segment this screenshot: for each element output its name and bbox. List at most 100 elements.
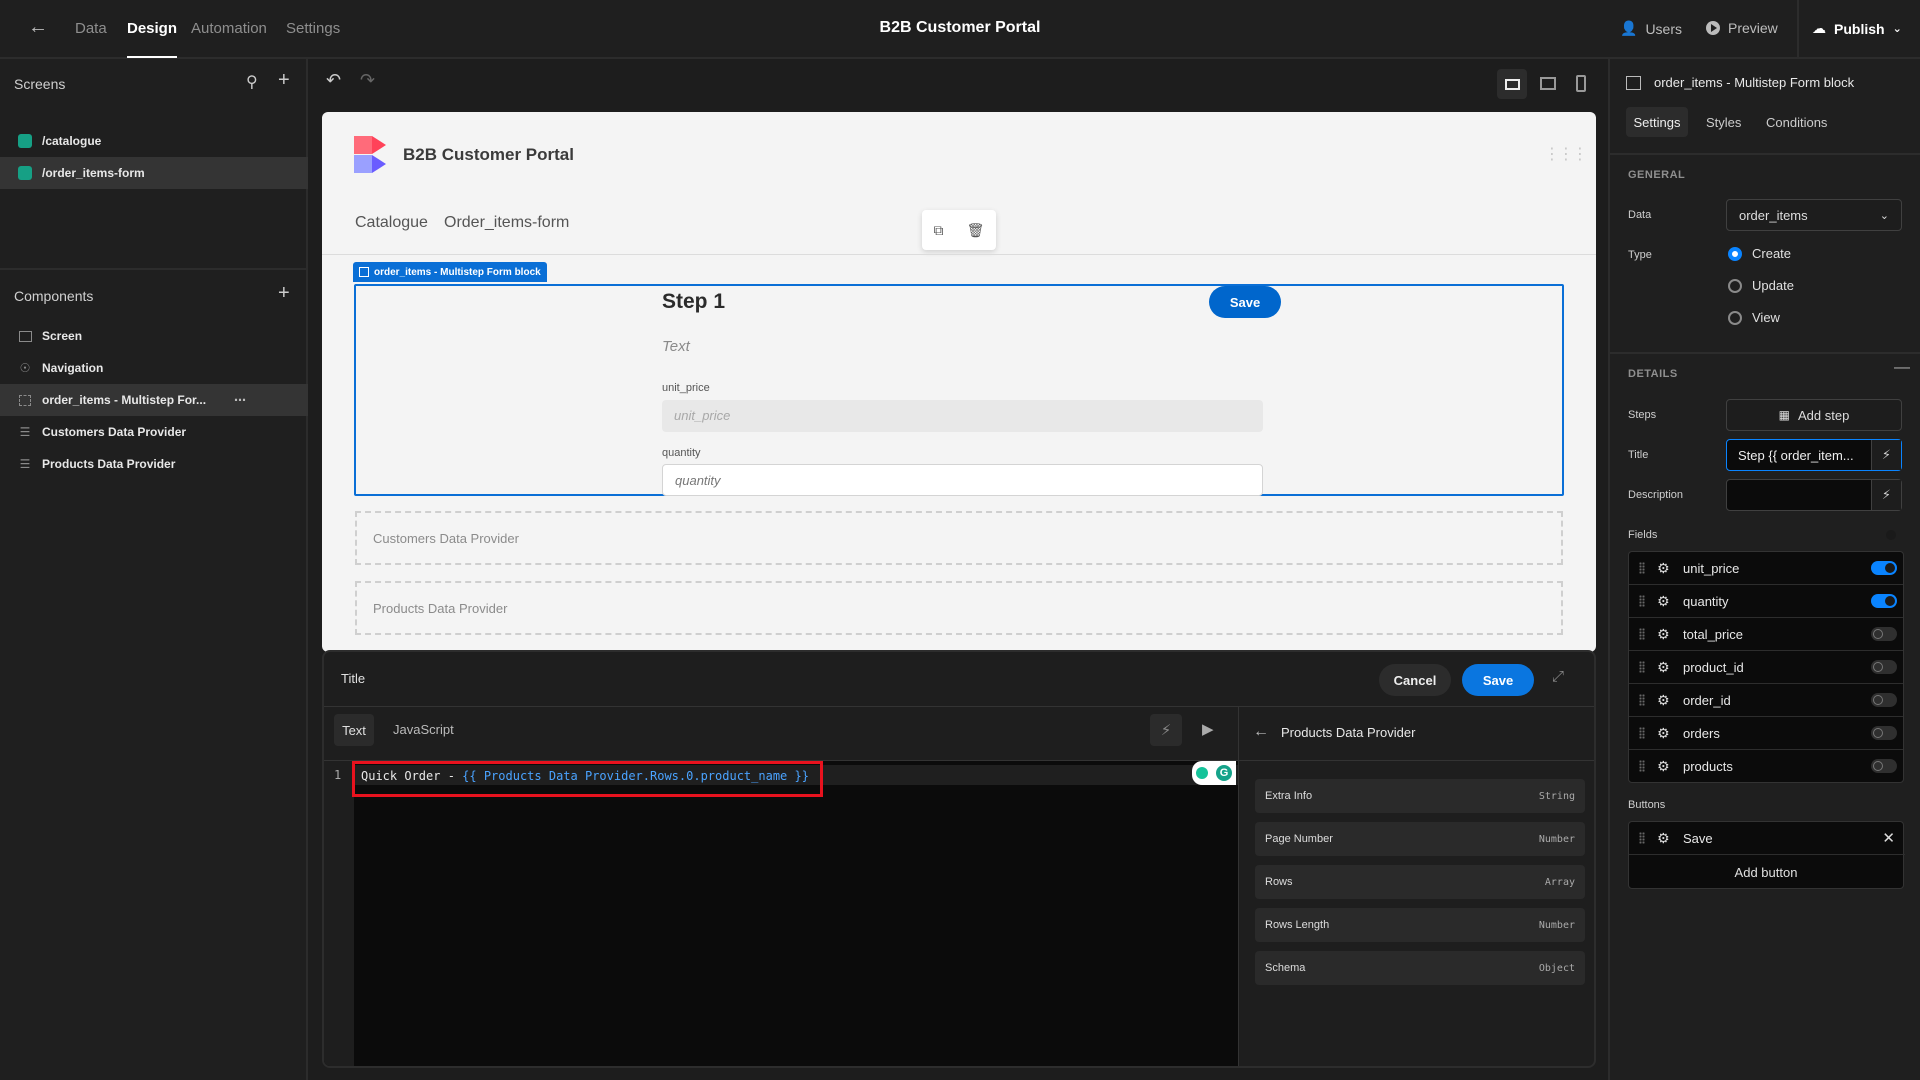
field-toggle[interactable] (1871, 759, 1897, 773)
more-options-icon[interactable]: ⋯ (234, 393, 246, 407)
screen-item-catalogue[interactable]: /catalogue (0, 125, 308, 157)
play-icon[interactable]: ▶ (1202, 720, 1214, 738)
close-icon[interactable]: ✕ (1882, 829, 1895, 847)
undo-icon[interactable]: ↶ (326, 70, 341, 91)
expand-icon[interactable]: ⤢ (1552, 668, 1564, 685)
type-radio-update[interactable]: Update (1728, 278, 1794, 293)
drag-handle-icon[interactable] (1639, 727, 1645, 739)
field-row-order-id[interactable]: ⚙ order_id (1629, 684, 1903, 717)
field-toggle[interactable] (1871, 693, 1897, 707)
drag-handle-icon[interactable] (1639, 694, 1645, 706)
type-radio-view[interactable]: View (1728, 310, 1780, 325)
gear-icon[interactable]: ⚙ (1657, 626, 1673, 643)
component-item-navigation[interactable]: ☉ Navigation (0, 352, 308, 384)
form-save-button[interactable]: Save (1209, 286, 1281, 318)
field-toggle[interactable] (1871, 594, 1897, 608)
add-component-icon[interactable]: + (278, 282, 290, 305)
drag-handle-icon[interactable] (1639, 595, 1645, 607)
tab-styles[interactable]: Styles (1706, 115, 1741, 130)
quantity-input[interactable]: quantity (662, 464, 1263, 496)
nav-link-catalogue[interactable]: Catalogue (355, 214, 428, 232)
property-name: Rows Length (1265, 919, 1330, 931)
fields-label: Fields (1628, 529, 1658, 541)
code-editor[interactable]: 1 Quick Order - {{ Products Data Provide… (324, 761, 1238, 1066)
gear-icon[interactable]: ⚙ (1657, 758, 1673, 775)
drag-handle-icon[interactable] (1639, 760, 1645, 772)
binding-save-button[interactable]: Save (1462, 664, 1534, 696)
products-data-provider-placeholder[interactable]: Products Data Provider (355, 581, 1563, 635)
trash-icon[interactable]: 🗑 (967, 222, 985, 239)
type-radio-create[interactable]: Create (1728, 246, 1791, 261)
desktop-view-button[interactable] (1497, 69, 1527, 99)
add-step-button[interactable]: ▦ Add step (1726, 399, 1902, 431)
grammarly-widget[interactable]: G (1192, 761, 1236, 785)
collapse-icon[interactable]: — (1894, 359, 1910, 377)
component-label: Screen (42, 329, 83, 343)
field-toggle[interactable] (1871, 561, 1897, 575)
field-row-unit-price[interactable]: ⚙ unit_price (1629, 552, 1903, 585)
component-item-form-block[interactable]: order_items - Multistep For... ⋯ (0, 384, 308, 416)
component-item-products-provider[interactable]: ☰ Products Data Provider (0, 448, 308, 480)
field-row-products[interactable]: ⚙ products (1629, 750, 1903, 782)
grid-menu-icon[interactable]: ⋮⋮⋮ (1544, 144, 1588, 164)
drag-handle-icon[interactable] (1639, 628, 1645, 640)
tablet-view-button[interactable] (1540, 77, 1556, 90)
property-item[interactable]: Rows Array (1255, 865, 1585, 899)
mode-tab-javascript[interactable]: JavaScript (393, 722, 454, 737)
data-select[interactable]: order_items ⌄ (1726, 199, 1902, 231)
screen-item-order-items-form[interactable]: /order_items-form (0, 157, 308, 189)
property-item[interactable]: Rows Length Number (1255, 908, 1585, 942)
bindings-button[interactable]: ⚡ (1150, 714, 1182, 746)
lightning-icon[interactable]: ⚡ (1871, 440, 1901, 470)
component-item-customers-provider[interactable]: ☰ Customers Data Provider (0, 416, 308, 448)
gear-icon[interactable]: ⚙ (1657, 830, 1673, 847)
field-row-orders[interactable]: ⚙ orders (1629, 717, 1903, 750)
mobile-view-button[interactable] (1576, 75, 1586, 92)
button-row-save[interactable]: ⚙ Save ✕ (1629, 822, 1905, 855)
field-toggle[interactable] (1871, 726, 1897, 740)
field-toggle[interactable] (1871, 627, 1897, 641)
property-item[interactable]: Schema Object (1255, 951, 1585, 985)
redo-icon[interactable]: ↷ (360, 70, 375, 91)
cancel-button[interactable]: Cancel (1379, 664, 1451, 696)
unit-price-input[interactable]: unit_price (662, 400, 1263, 432)
component-item-screen[interactable]: Screen (0, 320, 308, 352)
selected-block-tag[interactable]: order_items - Multistep Form block (353, 262, 547, 282)
field-row-quantity[interactable]: ⚙ quantity (1629, 585, 1903, 618)
property-item[interactable]: Page Number Number (1255, 822, 1585, 856)
add-button-button[interactable]: Add button (1629, 856, 1903, 889)
drag-handle-icon[interactable] (1639, 661, 1645, 673)
add-screen-icon[interactable]: + (278, 69, 290, 92)
description-input[interactable]: ⚡ (1726, 479, 1902, 511)
preview-button[interactable]: Preview (1706, 20, 1778, 36)
screen-label: /order_items-form (42, 166, 145, 180)
property-item[interactable]: Extra Info String (1255, 779, 1585, 813)
fields-list: ⚙ unit_price ⚙ quantity ⚙ total_price ⚙ product… (1628, 551, 1904, 783)
field-toggle[interactable] (1871, 660, 1897, 674)
title-input[interactable]: Step {{ order_item... ⚡ (1726, 439, 1902, 471)
screen-color-icon (18, 134, 32, 148)
publish-button[interactable]: ☁ Publish ⌄ (1812, 20, 1902, 37)
drag-handle-icon[interactable] (1639, 832, 1645, 844)
gear-icon[interactable]: ⚙ (1657, 692, 1673, 709)
customers-data-provider-placeholder[interactable]: Customers Data Provider (355, 511, 1563, 565)
lightning-icon[interactable]: ⚡ (1871, 480, 1901, 510)
step-description: Text (662, 338, 690, 355)
drag-handle-icon[interactable] (1639, 562, 1645, 574)
gear-icon[interactable]: ⚙ (1657, 593, 1673, 610)
gear-icon[interactable]: ⚙ (1657, 725, 1673, 742)
field-row-product-id[interactable]: ⚙ product_id (1629, 651, 1903, 684)
tab-conditions[interactable]: Conditions (1766, 115, 1827, 130)
mode-tab-text[interactable]: Text (334, 714, 374, 746)
property-type: Object (1538, 962, 1575, 974)
field-row-total-price[interactable]: ⚙ total_price (1629, 618, 1903, 651)
nav-link-order-items-form[interactable]: Order_items-form (444, 214, 569, 232)
back-arrow-icon[interactable]: ← (1253, 723, 1269, 741)
gear-icon[interactable]: ⚙ (1657, 560, 1673, 577)
search-icon[interactable]: ⚲ (246, 72, 258, 92)
multistep-form-block[interactable]: Step 1 Save Text unit_price unit_price q… (354, 284, 1564, 496)
duplicate-icon[interactable]: ⧉ (934, 222, 944, 239)
users-button[interactable]: 👤 Users (1620, 20, 1682, 37)
tab-settings-panel[interactable]: Settings (1626, 107, 1688, 137)
gear-icon[interactable]: ⚙ (1657, 659, 1673, 676)
